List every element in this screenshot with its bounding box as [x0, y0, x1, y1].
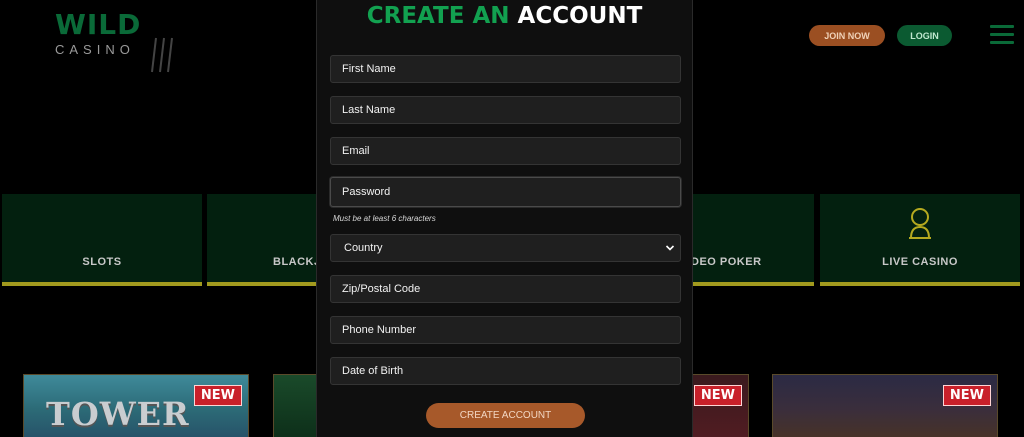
game-thumbnail[interactable]: TOWER NEW — [23, 374, 249, 437]
join-now-button[interactable]: JOIN NOW — [809, 25, 885, 46]
dealer-icon — [909, 208, 931, 239]
game-thumbnail[interactable] — [273, 374, 317, 437]
menu-icon[interactable] — [990, 25, 1014, 45]
last-name-field[interactable]: Last Name — [330, 96, 681, 124]
new-badge: NEW — [693, 385, 742, 406]
create-account-button[interactable]: CREATE ACCOUNT — [426, 403, 585, 428]
category-video-poker[interactable]: DEO POKER — [683, 194, 814, 286]
create-account-modal: CREATE AN ACCOUNT First Name Last Name E… — [316, 0, 693, 437]
category-slots[interactable]: SLOTS — [2, 194, 202, 286]
login-button[interactable]: LOGIN — [897, 25, 952, 46]
chevron-down-icon — [665, 245, 675, 251]
new-badge: NEW — [942, 385, 991, 406]
first-name-field[interactable]: First Name — [330, 55, 681, 83]
title-part-main: ACCOUNT — [517, 3, 643, 29]
category-label: LIVE CASINO — [882, 256, 958, 268]
category-label: SLOTS — [82, 256, 122, 268]
logo[interactable]: WILD CASINO — [52, 8, 182, 73]
country-select-label: Country — [344, 242, 383, 254]
modal-title: CREATE AN ACCOUNT — [317, 2, 692, 30]
phone-number-field[interactable]: Phone Number — [330, 316, 681, 344]
password-field[interactable]: Password — [330, 177, 681, 207]
category-live-casino[interactable]: LIVE CASINO — [820, 194, 1020, 286]
zip-code-field[interactable]: Zip/Postal Code — [330, 275, 681, 303]
email-field[interactable]: Email — [330, 137, 681, 165]
new-badge: NEW — [193, 385, 242, 406]
claw-marks-icon — [151, 37, 173, 73]
game-title-art: TOWER — [46, 395, 190, 433]
category-blackjack[interactable]: BLACKJ — [207, 194, 327, 286]
title-part-highlight: CREATE AN — [366, 3, 510, 29]
date-of-birth-field[interactable]: Date of Birth — [330, 357, 681, 385]
game-thumbnail[interactable]: NEW — [772, 374, 998, 437]
category-label: BLACKJ — [273, 256, 321, 268]
country-select[interactable]: Country — [330, 234, 681, 262]
password-hint: Must be at least 6 characters — [333, 214, 436, 223]
logo-subtitle: CASINO — [55, 42, 135, 57]
category-label: DEO POKER — [691, 256, 762, 268]
logo-word: WILD — [55, 8, 142, 41]
